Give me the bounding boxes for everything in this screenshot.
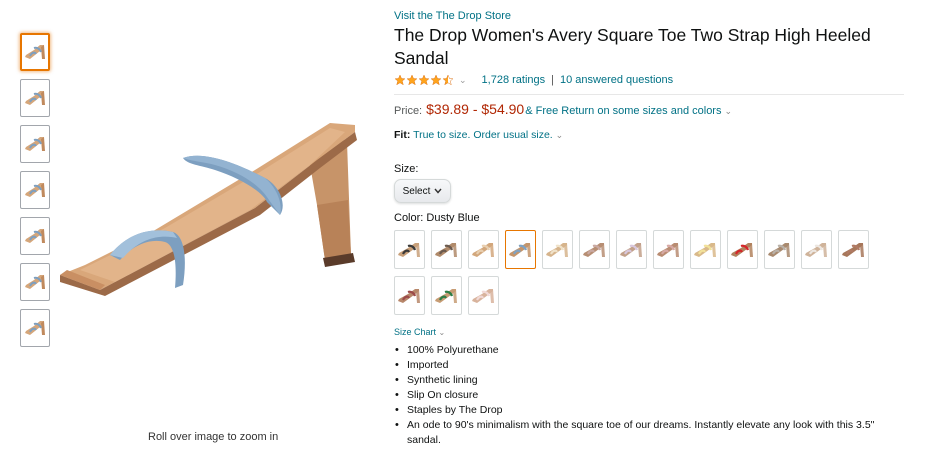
sandal-swatch-icon bbox=[842, 242, 864, 257]
sandal-thumbnail-icon bbox=[25, 229, 45, 243]
chevron-down-icon: ⌄ bbox=[724, 106, 733, 116]
color-swatch[interactable] bbox=[468, 276, 499, 315]
fit-row: Fit: True to size. Order usual size. ⌄ bbox=[394, 129, 904, 141]
color-label: Color: bbox=[394, 212, 424, 224]
fit-text: True to size. Order usual size. bbox=[413, 129, 553, 141]
sandal-thumbnail-icon bbox=[25, 45, 45, 59]
chevron-down-icon[interactable]: ⌄ bbox=[459, 75, 467, 86]
color-swatch[interactable] bbox=[468, 230, 499, 269]
color-label-row: Color: Dusty Blue bbox=[394, 212, 904, 224]
chevron-down-icon: ⌄ bbox=[555, 130, 564, 140]
price-range: $39.89 - $54.90 bbox=[426, 101, 525, 117]
product-title: The Drop Women's Avery Square Toe Two St… bbox=[394, 25, 871, 68]
size-select-dropdown[interactable]: Select bbox=[394, 179, 451, 203]
sandal-swatch-icon bbox=[435, 288, 457, 303]
feature-bullet: 100% Polyurethane bbox=[394, 343, 904, 358]
fit-link[interactable]: True to size. Order usual size. ⌄ bbox=[413, 129, 563, 141]
color-swatch[interactable] bbox=[394, 276, 425, 315]
feature-bullet: Synthetic lining bbox=[394, 373, 904, 388]
feature-bullet: An ode to 90's minimalism with the squar… bbox=[394, 418, 904, 448]
ratings-count-link[interactable]: 1,728 ratings bbox=[482, 74, 546, 86]
feature-bullet: Staples by The Drop bbox=[394, 403, 904, 418]
sandal-swatch-icon bbox=[398, 242, 420, 257]
sandal-thumbnail-icon bbox=[25, 321, 45, 335]
sandal-swatch-icon bbox=[731, 242, 753, 257]
chevron-down-icon: ⌄ bbox=[438, 328, 446, 337]
thumbnail-6[interactable] bbox=[20, 263, 50, 301]
sandal-swatch-icon bbox=[509, 242, 531, 257]
star-icon bbox=[430, 74, 442, 86]
thumbnail-1[interactable] bbox=[20, 33, 50, 71]
color-swatch[interactable] bbox=[801, 230, 832, 269]
thumbnail-5[interactable] bbox=[20, 217, 50, 255]
size-chart-text: Size Chart bbox=[394, 327, 437, 337]
rating-row: ⌄ 1,728 ratings | 10 answered questions bbox=[394, 72, 904, 88]
color-swatch[interactable] bbox=[653, 230, 684, 269]
zoom-hint: Roll over image to zoom in bbox=[148, 431, 279, 443]
feature-bullet: Imported bbox=[394, 358, 904, 373]
thumbnail-2[interactable] bbox=[20, 79, 50, 117]
sandal-thumbnail-icon bbox=[25, 91, 45, 105]
color-swatch[interactable] bbox=[542, 230, 573, 269]
free-return-text: & Free Return on some sizes and colors bbox=[525, 105, 722, 117]
size-select-label: Select bbox=[402, 185, 431, 197]
thumbnail-7[interactable] bbox=[20, 309, 50, 347]
color-swatch[interactable] bbox=[838, 230, 869, 269]
sandal-image bbox=[60, 123, 357, 296]
sandal-swatch-icon bbox=[657, 242, 679, 257]
sandal-swatch-icon bbox=[583, 242, 605, 257]
sandal-swatch-icon bbox=[768, 242, 790, 257]
sandal-thumbnail-icon bbox=[25, 183, 45, 197]
star-rating[interactable] bbox=[394, 74, 454, 86]
color-swatch[interactable] bbox=[505, 230, 536, 269]
separator: | bbox=[551, 74, 555, 86]
star-icon bbox=[442, 74, 454, 86]
size-chart-link[interactable]: Size Chart ⌄ bbox=[394, 327, 904, 337]
feature-bullet: Slip On closure bbox=[394, 388, 904, 403]
sandal-swatch-icon bbox=[620, 242, 642, 257]
size-label: Size: bbox=[394, 163, 419, 175]
price-row: Price: $39.89 - $54.90 & Free Return on … bbox=[394, 101, 904, 117]
star-icon bbox=[418, 74, 430, 86]
chevron-down-icon bbox=[434, 188, 442, 194]
star-icon bbox=[394, 74, 406, 86]
color-swatch[interactable] bbox=[616, 230, 647, 269]
star-icon bbox=[406, 74, 418, 86]
feature-bullets: 100% PolyurethaneImportedSynthetic linin… bbox=[394, 343, 904, 448]
color-swatch[interactable] bbox=[431, 276, 462, 315]
store-link[interactable]: Visit the The Drop Store bbox=[394, 10, 904, 22]
sandal-swatch-icon bbox=[546, 242, 568, 257]
sandal-swatch-icon bbox=[472, 288, 494, 303]
sandal-swatch-icon bbox=[398, 288, 420, 303]
sandal-thumbnail-icon bbox=[25, 137, 45, 151]
color-swatch[interactable] bbox=[431, 230, 462, 269]
thumbnail-4[interactable] bbox=[20, 171, 50, 209]
thumbnail-3[interactable] bbox=[20, 125, 50, 163]
thumbnail-list bbox=[20, 33, 50, 355]
color-swatch[interactable] bbox=[727, 230, 758, 269]
color-swatch[interactable] bbox=[690, 230, 721, 269]
sandal-swatch-icon bbox=[694, 242, 716, 257]
price-label: Price: bbox=[394, 105, 423, 117]
color-swatch[interactable] bbox=[394, 230, 425, 269]
product-details: Visit the The Drop Store The Drop Women'… bbox=[394, 10, 904, 448]
color-swatches bbox=[394, 230, 884, 322]
color-swatch[interactable] bbox=[579, 230, 610, 269]
sandal-thumbnail-icon bbox=[25, 275, 45, 289]
main-product-image[interactable] bbox=[55, 110, 385, 310]
sandal-swatch-icon bbox=[435, 242, 457, 257]
color-swatch[interactable] bbox=[764, 230, 795, 269]
free-return-link[interactable]: & Free Return on some sizes and colors ⌄ bbox=[525, 105, 732, 117]
fit-label: Fit: bbox=[394, 129, 411, 141]
answered-questions-link[interactable]: 10 answered questions bbox=[560, 74, 673, 86]
sandal-swatch-icon bbox=[805, 242, 827, 257]
sandal-swatch-icon bbox=[472, 242, 494, 257]
divider bbox=[394, 94, 904, 95]
color-value: Dusty Blue bbox=[426, 212, 480, 224]
